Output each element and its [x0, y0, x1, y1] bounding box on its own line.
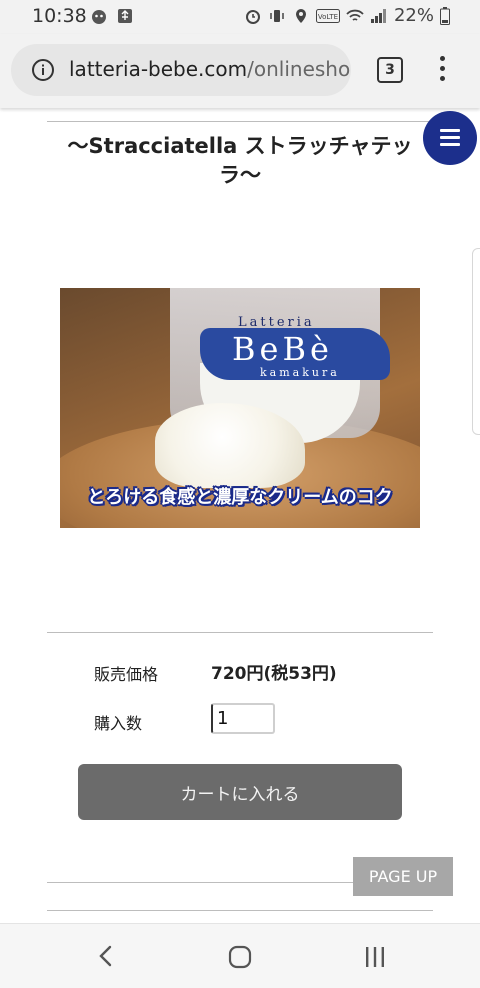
quantity-input[interactable] — [211, 703, 275, 734]
home-icon[interactable] — [228, 945, 252, 969]
add-to-cart-button[interactable]: カートに入れる — [78, 764, 402, 820]
status-time: 10:38 — [32, 5, 87, 27]
vibrate-icon — [270, 9, 284, 22]
url-path: /onlineshop — [247, 57, 351, 81]
signal-icon — [370, 8, 386, 23]
divider — [47, 632, 433, 633]
hamburger-menu-button[interactable] — [423, 111, 477, 165]
image-caption: とろける食感と濃厚なクリームのコク — [87, 487, 393, 508]
divider — [47, 121, 433, 122]
navigation-bar — [0, 923, 480, 988]
divider — [47, 910, 433, 911]
brand-logo-text: BeBè — [232, 330, 333, 368]
side-drawer-handle[interactable] — [472, 248, 480, 435]
brand-sub-text: kamakura — [260, 366, 340, 379]
address-bar[interactable]: latteria-bebe.com/onlineshop — [11, 44, 351, 96]
product-image: Latteria BeBè kamakura とろける食感と濃厚なクリームのコク — [60, 288, 420, 528]
quantity-label: 購入数 — [94, 714, 143, 733]
usb-icon — [118, 9, 132, 23]
notification-face-icon — [92, 10, 106, 24]
alarm-icon — [245, 9, 260, 24]
price-label: 販売価格 — [94, 665, 159, 684]
recent-apps-icon[interactable] — [364, 946, 386, 968]
price-value: 720円(税53円) — [211, 664, 337, 684]
page-up-button[interactable]: PAGE UP — [353, 857, 453, 896]
battery-percent: 22% — [393, 5, 434, 26]
product-title: 〜Stracciatella ストラッチャテッラ〜 — [67, 134, 413, 187]
info-icon[interactable] — [31, 58, 55, 82]
volte-icon: VoLTE — [315, 8, 340, 23]
browser-toolbar: latteria-bebe.com/onlineshop 3 — [0, 34, 480, 108]
url-domain: latteria-bebe.com — [69, 57, 248, 81]
status-bar: 10:38 VoLTE 22% — [0, 0, 480, 34]
page-content: 〜Stracciatella ストラッチャテッラ〜 Latteria BeBè … — [0, 108, 480, 923]
brand-top-text: Latteria — [238, 315, 315, 330]
wifi-icon — [346, 9, 364, 21]
svg-text:VoLTE: VoLTE — [318, 13, 338, 21]
battery-icon — [440, 6, 450, 25]
location-icon — [295, 8, 306, 23]
tab-switcher-button[interactable]: 3 — [377, 57, 403, 83]
browser-menu-icon[interactable] — [438, 56, 446, 86]
back-icon[interactable] — [96, 944, 116, 968]
url-text[interactable]: latteria-bebe.com/onlineshop — [69, 57, 351, 81]
